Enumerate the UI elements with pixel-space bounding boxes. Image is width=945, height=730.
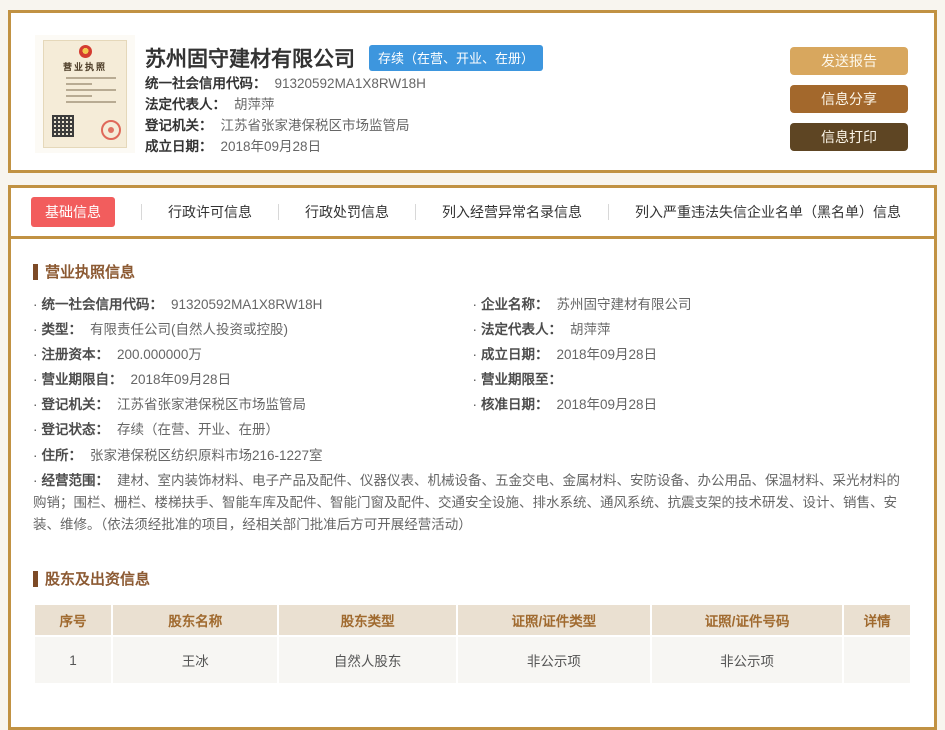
section-title-business-license: 营业执照信息 (33, 261, 912, 282)
tabbar-separator (11, 236, 934, 239)
print-info-button[interactable]: 信息打印 (790, 123, 908, 151)
shareholder-table: 序号 股东名称 股东类型 证照/证件类型 证照/证件号码 详情 1 王冰 自然人… (33, 603, 912, 685)
red-seal-icon (101, 120, 121, 140)
license-text-line (66, 89, 116, 91)
tab-divider (141, 204, 142, 220)
cell-certificate-type: 非公示项 (457, 637, 650, 683)
qr-code-icon (52, 115, 74, 137)
field-registration-authority: · 登记机关： 江苏省张家港保税区市场监管局 (33, 397, 306, 412)
col-header-certificate-type: 证照/证件类型 (457, 605, 650, 635)
license-document: 营业执照 (43, 40, 127, 148)
header-field-establishment-date: 成立日期： 2018年09月28日 (145, 139, 322, 154)
share-info-button[interactable]: 信息分享 (790, 85, 908, 113)
company-header-panel: 营业执照 苏州固守建材有限公司 存续（在营、开业、在册） 统一社会信用代码： 91… (8, 10, 937, 173)
table-row: 1 王冰 自然人股东 非公示项 非公示项 (35, 637, 910, 683)
section-marker-icon (33, 263, 38, 280)
field-business-scope: · 经营范围： 建材、室内装饰材料、电子产品及配件、仪器仪表、机械设备、五金交电、金… (33, 473, 900, 532)
cell-detail (844, 637, 910, 683)
national-emblem-icon (78, 45, 92, 58)
tab-abnormal-operation-list[interactable]: 列入经营异常名录信息 (442, 202, 582, 222)
section-title-shareholders: 股东及出资信息 (33, 568, 912, 589)
cell-shareholder-type: 自然人股东 (279, 637, 456, 683)
field-company-type: · 类型： 有限责任公司(自然人投资或控股) (33, 322, 288, 337)
tab-serious-violation-blacklist[interactable]: 列入严重违法失信企业名单（黑名单）信息 (635, 202, 901, 222)
field-company-name: · 企业名称： 苏州固守建材有限公司 (472, 297, 692, 312)
header-actions: 发送报告 信息分享 信息打印 (790, 47, 908, 151)
send-report-button[interactable]: 发送报告 (790, 47, 908, 75)
field-approval-date: · 核准日期： 2018年09月28日 (472, 397, 658, 412)
detail-panel: 基础信息 行政许可信息 行政处罚信息 列入经营异常名录信息 列入严重违法失信企业… (8, 185, 937, 730)
header-field-credit-code: 统一社会信用代码： 91320592MA1X8RW18H (145, 76, 426, 91)
col-header-index: 序号 (35, 605, 112, 635)
field-term-start: · 营业期限自： 2018年09月28日 (33, 372, 232, 387)
company-name: 苏州固守建材有限公司 (145, 48, 355, 71)
field-credit-code: · 统一社会信用代码： 91320592MA1X8RW18H (33, 297, 323, 312)
col-header-certificate-number: 证照/证件号码 (651, 605, 843, 635)
tab-divider (608, 204, 609, 220)
status-badge: 存续（在营、开业、在册） (369, 45, 544, 71)
cell-index: 1 (35, 637, 112, 683)
field-legal-representative: · 法定代表人： 胡萍萍 (472, 322, 611, 337)
field-registered-capital: · 注册资本： 200.000000万 (33, 347, 202, 362)
header-field-legal-representative: 法定代表人： 胡萍萍 (145, 97, 275, 112)
section-marker-icon (33, 570, 38, 587)
table-header-row: 序号 股东名称 股东类型 证照/证件类型 证照/证件号码 详情 (35, 605, 910, 635)
license-text-line (66, 101, 116, 103)
tab-bar: 基础信息 行政许可信息 行政处罚信息 列入经营异常名录信息 列入严重违法失信企业… (11, 188, 934, 236)
col-header-detail: 详情 (844, 605, 910, 635)
cell-shareholder-name: 王冰 (113, 637, 278, 683)
license-text-line (66, 77, 116, 79)
field-term-end: · 营业期限至： (472, 372, 563, 387)
license-fields: · 统一社会信用代码： 91320592MA1X8RW18H · 类型： 有限责任公司(… (33, 292, 912, 442)
license-doc-title: 营业执照 (62, 62, 107, 72)
field-address: · 住所： 张家港保税区纺织原料市场216-1227室 (33, 448, 323, 463)
cell-certificate-number: 非公示项 (651, 637, 843, 683)
field-registration-status: · 登记状态： 存续（在营、开业、在册） (33, 422, 279, 437)
tab-basic-info[interactable]: 基础信息 (31, 197, 115, 227)
tab-divider (415, 204, 416, 220)
license-text-line (66, 83, 92, 85)
header-field-registration-authority: 登记机关： 江苏省张家港保税区市场监管局 (145, 118, 410, 133)
business-license-image: 营业执照 (35, 35, 135, 153)
field-establishment-date: · 成立日期： 2018年09月28日 (472, 347, 658, 362)
tab-administrative-penalty[interactable]: 行政处罚信息 (305, 202, 389, 222)
tab-administrative-licensing[interactable]: 行政许可信息 (168, 202, 252, 222)
tab-divider (278, 204, 279, 220)
license-text-line (66, 95, 92, 97)
col-header-shareholder-type: 股东类型 (279, 605, 456, 635)
col-header-shareholder-name: 股东名称 (113, 605, 278, 635)
company-summary: 苏州固守建材有限公司 存续（在营、开业、在册） 统一社会信用代码： 9132059… (145, 43, 544, 157)
